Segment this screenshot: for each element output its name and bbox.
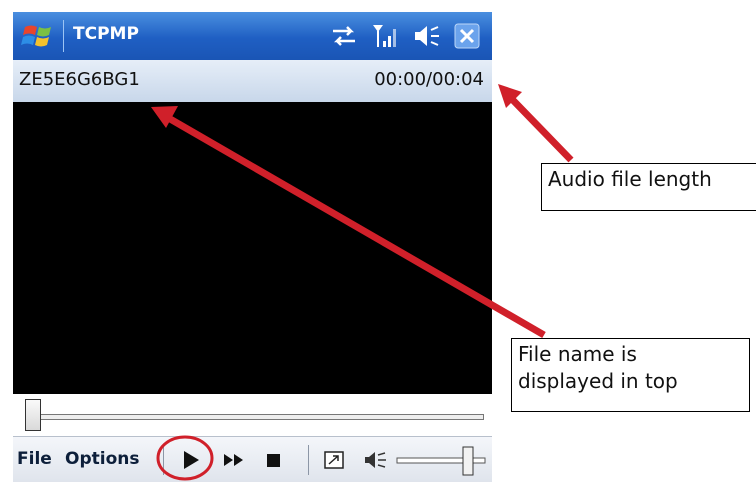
audio-length-callout: Audio file length xyxy=(541,163,756,211)
connection-icon[interactable] xyxy=(329,23,359,49)
windows-flag-icon[interactable] xyxy=(21,21,57,51)
options-menu[interactable]: Options xyxy=(65,449,139,469)
seek-thumb[interactable] xyxy=(25,399,41,431)
toolbar-separator xyxy=(308,445,309,475)
file-name-callout-line-2: displayed in top xyxy=(518,369,678,393)
file-name: ZE5E6G6BG1 xyxy=(19,69,140,90)
info-bar: ZE5E6G6BG1 00:00/00:04 xyxy=(13,60,492,102)
file-name-callout-line-1: File name is xyxy=(518,342,637,366)
window-title: TCPMP xyxy=(73,24,139,44)
mute-icon[interactable] xyxy=(363,449,387,471)
arrow-to-time-display xyxy=(498,84,574,163)
menu-bar: File Options xyxy=(13,436,492,482)
play-icon[interactable] xyxy=(181,449,201,471)
fullscreen-icon[interactable] xyxy=(323,449,345,471)
stop-icon[interactable] xyxy=(265,449,283,471)
file-name-callout: File name is displayed in top xyxy=(511,338,750,412)
video-area xyxy=(13,102,492,394)
time-display: 00:00/00:04 xyxy=(374,69,484,90)
title-separator xyxy=(63,20,64,52)
fast-forward-icon[interactable] xyxy=(223,449,245,471)
volume-slider[interactable] xyxy=(395,445,487,477)
seek-bar[interactable] xyxy=(13,394,492,436)
menu-separator xyxy=(163,445,164,475)
file-menu[interactable]: File xyxy=(17,449,52,469)
seek-track[interactable] xyxy=(27,414,484,420)
close-icon[interactable] xyxy=(453,23,481,49)
tcpmp-window: TCPMP ZE5E6G6BG1 00:00/00:04 File Option… xyxy=(13,12,492,482)
title-bar: TCPMP xyxy=(13,12,492,60)
volume-icon[interactable] xyxy=(413,23,441,49)
signal-icon[interactable] xyxy=(371,23,397,49)
